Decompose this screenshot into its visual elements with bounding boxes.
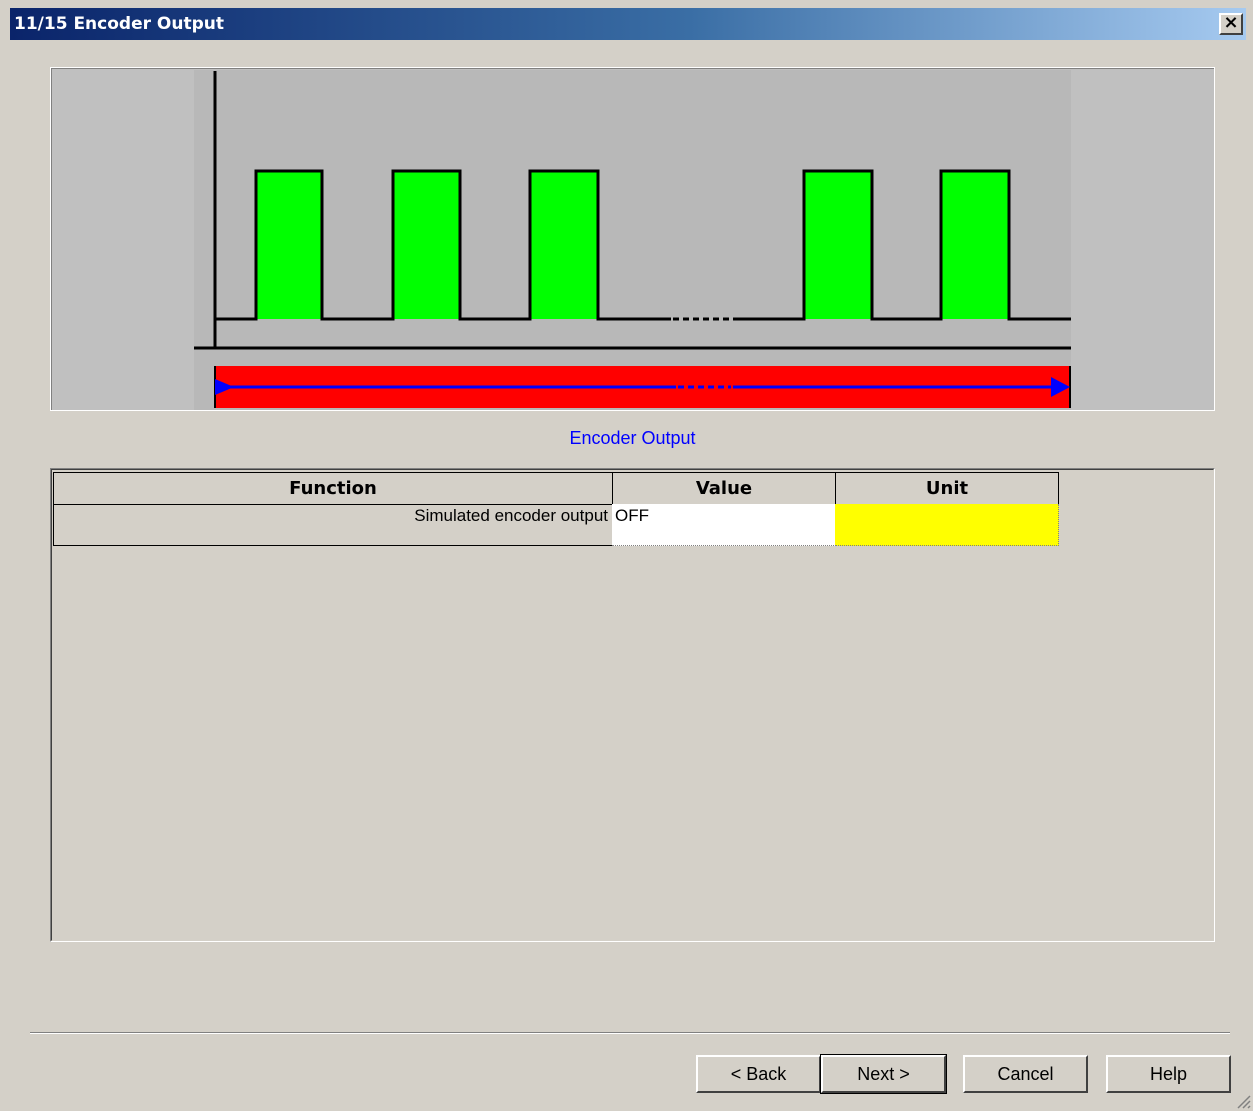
back-button[interactable]: < Back xyxy=(696,1055,821,1093)
column-header-unit[interactable]: Unit xyxy=(835,472,1059,505)
title-bar: 11/15 Encoder Output × xyxy=(10,8,1246,40)
close-button[interactable]: × xyxy=(1219,13,1243,35)
column-header-value[interactable]: Value xyxy=(612,472,836,505)
function-cell: Simulated encoder output xyxy=(53,504,613,546)
diagram-caption: Encoder Output xyxy=(569,428,696,448)
parameter-grid: Function Value Unit Simulated encoder ou… xyxy=(50,468,1215,942)
button-separator xyxy=(30,1032,1230,1034)
cancel-button[interactable]: Cancel xyxy=(963,1055,1088,1093)
diagram-area xyxy=(194,70,1071,410)
column-header-function[interactable]: Function xyxy=(53,472,613,505)
pulse xyxy=(941,171,1009,319)
resize-grip-icon[interactable] xyxy=(1235,1093,1251,1109)
value-cell[interactable]: OFF xyxy=(612,504,836,546)
pulse xyxy=(256,171,322,319)
pulse xyxy=(393,171,460,319)
help-button[interactable]: Help xyxy=(1106,1055,1231,1093)
grid-body: Function Value Unit Simulated encoder ou… xyxy=(51,469,1214,941)
unit-cell[interactable] xyxy=(835,504,1059,546)
encoder-output-dialog: 11/15 Encoder Output × Encoder Output Fu… xyxy=(0,0,1253,1111)
pulse xyxy=(530,171,598,319)
window-title: 11/15 Encoder Output xyxy=(14,14,224,34)
next-button[interactable]: Next > xyxy=(820,1054,947,1094)
pulse-diagram-graphic xyxy=(194,70,1071,410)
encoder-diagram xyxy=(50,67,1215,411)
pulse xyxy=(804,171,872,319)
